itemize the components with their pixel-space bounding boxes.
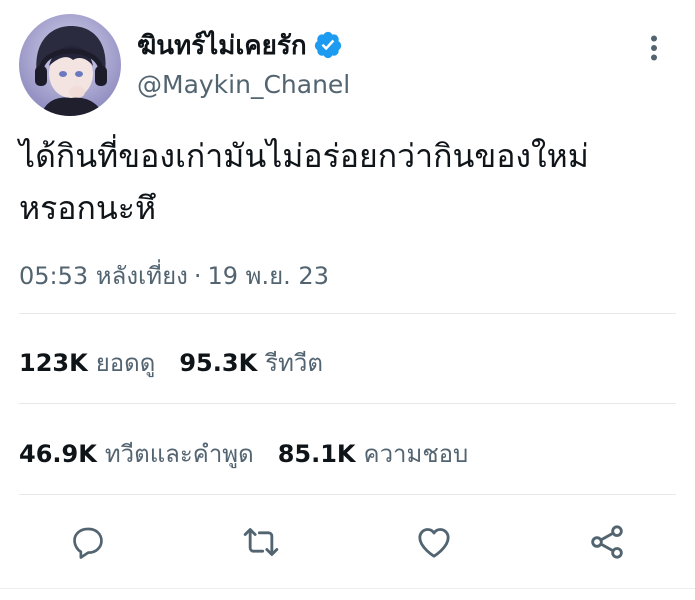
- user-handle[interactable]: @Maykin_Chanel: [137, 70, 350, 99]
- share-icon: [587, 522, 627, 562]
- retweets-label: รีทวีต: [265, 348, 323, 377]
- more-vertical-icon: [650, 35, 658, 65]
- quotes-label: ทวีตและคำพูด: [104, 439, 254, 468]
- quotes-stat[interactable]: 46.9K ทวีตและคำพูด: [19, 434, 254, 473]
- timestamp-separator: ·: [193, 262, 202, 290]
- likes-count: 85.1K: [277, 439, 356, 468]
- display-name[interactable]: ฆินทร์ไม่เคยรัก: [137, 25, 307, 66]
- like-button[interactable]: [412, 520, 456, 564]
- retweet-button[interactable]: [239, 520, 283, 564]
- reply-icon: [69, 523, 107, 561]
- tweet-timestamp[interactable]: 05:53 หลังเที่ยง · 19 พ.ย. 23: [19, 256, 329, 295]
- tweet-date: 19 พ.ย. 23: [207, 262, 329, 290]
- divider: [19, 313, 676, 314]
- stats-row-views-retweets: 123K ยอดดู 95.3K รีทวีต: [19, 342, 347, 382]
- likes-stat[interactable]: 85.1K ความชอบ: [278, 434, 469, 473]
- display-name-row: ฆินทร์ไม่เคยรัก: [137, 26, 343, 64]
- quotes-count: 46.9K: [19, 439, 97, 468]
- likes-label: ความชอบ: [363, 439, 469, 468]
- divider: [19, 494, 676, 495]
- more-options-button[interactable]: [634, 30, 674, 70]
- views-count: 123K: [19, 348, 88, 377]
- avatar[interactable]: [19, 14, 121, 116]
- heart-icon: [414, 522, 454, 562]
- divider: [19, 403, 676, 404]
- tweet-action-bar: [0, 512, 695, 572]
- verified-badge-icon: [313, 30, 343, 60]
- views-label: ยอดดู: [95, 348, 156, 377]
- reply-button[interactable]: [66, 520, 110, 564]
- retweets-stat[interactable]: 95.3K รีทวีต: [179, 343, 323, 382]
- stats-row-quotes-likes: 46.9K ทวีตและคำพูด 85.1K ความชอบ: [19, 433, 492, 473]
- share-button[interactable]: [585, 520, 629, 564]
- tweet-text: ได้กินที่ของเก่ามันไม่อร่อยกว่ากินของใหม…: [19, 137, 589, 227]
- views-stat[interactable]: 123K ยอดดู: [19, 343, 155, 382]
- tweet-header: ฆินทร์ไม่เคยรัก @Maykin_Chanel: [0, 0, 695, 120]
- retweets-count: 95.3K: [179, 348, 258, 377]
- retweet-icon: [241, 522, 281, 562]
- tweet-time: 05:53 หลังเที่ยง: [19, 262, 188, 290]
- bottom-divider: [0, 588, 695, 589]
